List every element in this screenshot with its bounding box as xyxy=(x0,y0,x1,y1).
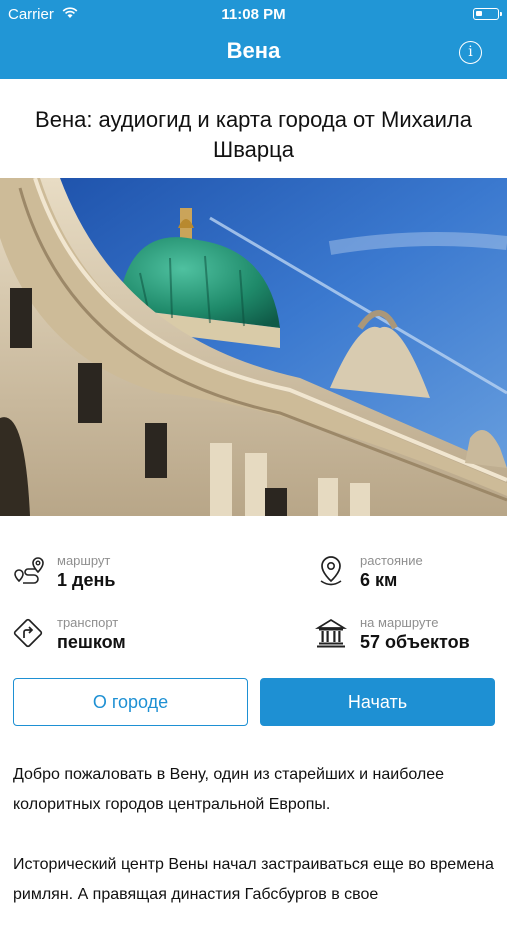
hofburg-illustration xyxy=(0,178,507,516)
route-icon xyxy=(14,557,44,584)
start-button[interactable]: Начать xyxy=(260,678,495,726)
location-pin-icon xyxy=(320,556,342,586)
description: Добро пожаловать в Вену, один из старейш… xyxy=(13,760,494,940)
nav-title: Вена xyxy=(226,38,281,63)
transport-stat: транспорт пешком xyxy=(12,615,212,661)
status-bar: Carrier 11:08 PM xyxy=(0,0,507,28)
distance-stat: растояние 6 км xyxy=(315,553,507,599)
museum-icon xyxy=(315,619,347,648)
info-icon[interactable]: i xyxy=(459,41,482,64)
objects-value: 57 объектов xyxy=(360,632,470,652)
distance-value: 6 км xyxy=(360,570,398,590)
objects-stat: на маршруте 57 объектов xyxy=(315,615,507,661)
objects-label: на маршруте xyxy=(360,615,439,630)
app-header: Carrier 11:08 PM Вена i xyxy=(0,0,507,79)
route-stat: маршрут 1 день xyxy=(12,553,212,599)
city-photo xyxy=(0,178,507,516)
status-time: 11:08 PM xyxy=(221,6,286,23)
distance-label: растояние xyxy=(360,553,423,568)
transport-label: транспорт xyxy=(57,615,119,630)
description-paragraph: Добро пожаловать в Вену, один из старейш… xyxy=(13,766,445,813)
battery-icon xyxy=(473,8,502,20)
route-label: маршрут xyxy=(57,553,111,568)
transport-value: пешком xyxy=(57,632,126,652)
about-city-button[interactable]: О городе xyxy=(13,678,248,726)
directions-sign-icon xyxy=(13,618,43,648)
page-title: Вена: аудиогид и карта города от Михаила… xyxy=(35,107,472,162)
description-paragraph: Исторический центр Вены начал застраиват… xyxy=(13,856,494,903)
route-value: 1 день xyxy=(57,570,116,590)
